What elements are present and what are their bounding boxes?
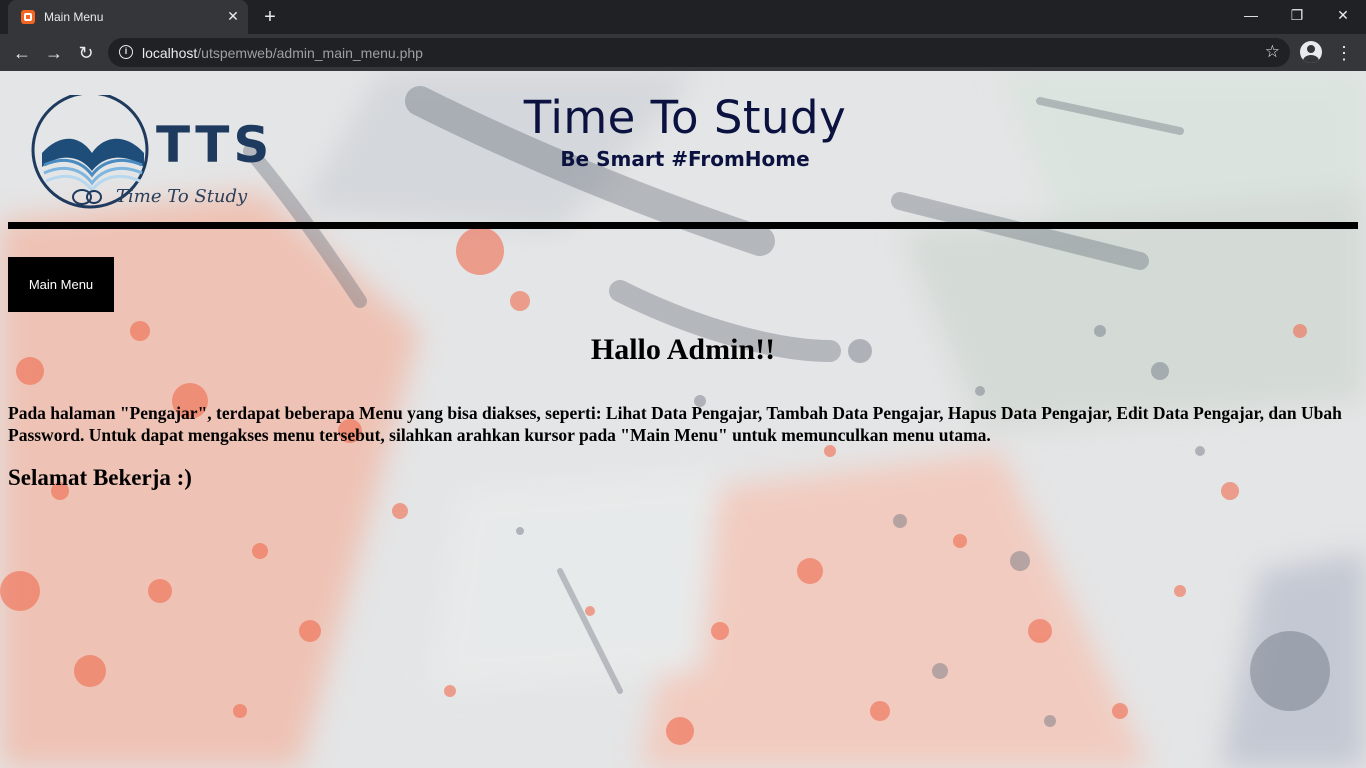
logo-script-text: Time To Study [116, 186, 248, 207]
window-close-icon[interactable]: ✕ [1320, 0, 1366, 30]
tts-logo: TTS Time To Study [31, 95, 273, 209]
new-tab-icon[interactable]: + [258, 6, 282, 28]
reload-icon[interactable]: ↻ [72, 39, 100, 67]
logo-letters: TTS [156, 116, 273, 174]
minimize-icon[interactable]: — [1228, 0, 1274, 30]
header-divider [8, 222, 1358, 229]
profile-avatar-icon[interactable] [1300, 41, 1322, 63]
page-description: Pada halaman "Pengajar", terdapat bebera… [8, 403, 1342, 445]
site-tagline: Be Smart #FromHome [560, 147, 810, 171]
main-menu-button[interactable]: Main Menu [8, 257, 114, 312]
tab-close-icon[interactable]: ✕ [224, 7, 242, 25]
address-bar[interactable]: i localhost/utspemweb/admin_main_menu.ph… [108, 38, 1290, 67]
xampp-favicon-icon [21, 10, 35, 24]
browser-menu-icon[interactable]: ⋮ [1334, 39, 1354, 67]
closing-text: Selamat Bekerja :) [8, 465, 192, 490]
maximize-icon[interactable]: ❐ [1274, 0, 1320, 30]
browser-tabstrip: Main Menu ✕ + — ❐ ✕ [0, 0, 1366, 34]
page-header: TTS Time To Study Time To Study Be Smart… [0, 71, 1366, 231]
site-title: Time To Study [523, 91, 847, 144]
browser-tab-active[interactable]: Main Menu ✕ [8, 0, 248, 34]
tab-title: Main Menu [44, 10, 104, 24]
browser-toolbar: ← → ↻ i localhost/utspemweb/admin_main_m… [0, 34, 1366, 71]
url-host: localhost [142, 45, 198, 61]
site-info-icon[interactable]: i [119, 45, 133, 59]
forward-arrow-icon[interactable]: → [40, 39, 68, 67]
url-text[interactable]: localhost/utspemweb/admin_main_menu.php [142, 45, 423, 61]
bookmark-star-icon[interactable]: ☆ [1265, 42, 1280, 62]
back-arrow-icon[interactable]: ← [8, 39, 36, 67]
page-viewport: TTS Time To Study Time To Study Be Smart… [0, 71, 1366, 768]
url-path: /utspemweb/admin_main_menu.php [197, 45, 423, 61]
greeting-heading: Hallo Admin!! [590, 333, 776, 366]
